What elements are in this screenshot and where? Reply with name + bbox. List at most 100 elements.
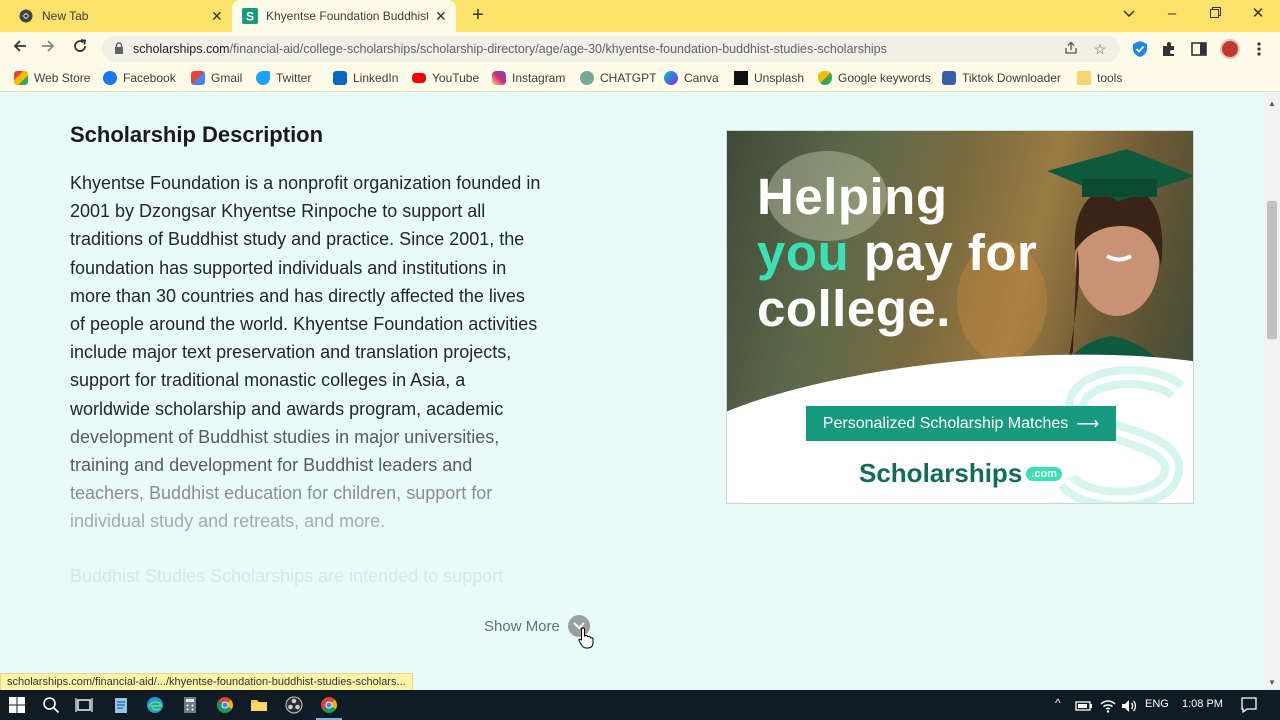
close-tab-icon[interactable]: ✕ — [211, 8, 223, 25]
ad-headline-line-3: college. — [757, 280, 951, 337]
bookmark-youtube[interactable]: YouTube — [412, 71, 479, 85]
edge-icon[interactable] — [146, 696, 164, 714]
language-indicator[interactable]: ENG — [1145, 698, 1169, 710]
side-panel-icon[interactable] — [1190, 40, 1208, 58]
bookmark-label: CHATGPT — [600, 71, 657, 85]
clock[interactable]: 1:08 PM — [1182, 698, 1223, 710]
bookmark-instagram[interactable]: Instagram — [492, 71, 565, 85]
facebook-icon — [103, 71, 117, 85]
volume-icon[interactable] — [1120, 697, 1138, 715]
linkedin-icon — [333, 71, 347, 85]
close-window-icon[interactable]: ✕ — [1246, 4, 1270, 24]
bookmark-unsplash[interactable]: Unsplash — [734, 71, 804, 85]
calculator-icon[interactable] — [181, 696, 199, 714]
page-title: Scholarship Description — [70, 122, 324, 147]
ad-headline: Helping you pay for college. — [757, 169, 1037, 337]
chrome-icon[interactable] — [216, 696, 234, 714]
bookmarks-bar: Web Store Facebook Gmail Twitter LinkedI… — [0, 66, 1280, 92]
bookmark-tools[interactable]: tools — [1077, 71, 1122, 85]
notepad-icon[interactable] — [112, 696, 130, 714]
browser-toolbar: scholarships.com/financial-aid/college-s… — [0, 32, 1280, 66]
bookmark-gmail[interactable]: Gmail — [191, 71, 242, 85]
avatar[interactable] — [1220, 39, 1240, 59]
url-text: scholarships.com/financial-aid/college-s… — [133, 42, 887, 56]
tray-chevron-up-icon[interactable]: ^ — [1055, 696, 1061, 710]
chrome-active-icon[interactable] — [320, 696, 338, 714]
url-domain: scholarships.com — [133, 42, 230, 56]
battery-icon[interactable] — [1075, 697, 1093, 715]
description-line: foundation has supported individuals and… — [70, 257, 507, 278]
scroll-down-icon[interactable]: ▼ — [1268, 678, 1276, 687]
address-bar[interactable]: scholarships.com/financial-aid/college-s… — [102, 36, 1120, 62]
ad-headline-rest: pay for — [849, 224, 1038, 281]
wifi-icon[interactable] — [1099, 697, 1117, 715]
description-line: support for traditional monastic college… — [70, 370, 466, 391]
more-menu-icon[interactable] — [1250, 40, 1268, 58]
close-tab-icon[interactable]: ✕ — [435, 8, 447, 25]
reload-icon[interactable] — [68, 38, 92, 60]
show-more-button[interactable]: Show More — [484, 615, 590, 637]
tab-new-tab[interactable]: New Tab ✕ — [0, 0, 232, 32]
svg-text:S: S — [246, 10, 254, 24]
tab-strip: New Tab ✕ S Khyentse Foundation Buddhist… — [0, 0, 1280, 32]
download-icon — [942, 71, 956, 85]
page-scrollbar[interactable]: ▲ ▼ — [1264, 93, 1280, 690]
description-line: development of Buddhist studies in major… — [70, 426, 500, 447]
extensions-puzzle-icon[interactable] — [1160, 40, 1178, 58]
bookmark-web-store[interactable]: Web Store — [14, 71, 90, 85]
bookmark-facebook[interactable]: Facebook — [103, 71, 176, 85]
page-content: Scholarship Description Khyentse Foundat… — [0, 93, 1264, 670]
obs-icon[interactable] — [285, 696, 303, 714]
scroll-up-icon[interactable]: ▲ — [1268, 99, 1276, 108]
restore-icon[interactable] — [1203, 4, 1227, 24]
chatgpt-icon — [580, 71, 594, 85]
lock-icon[interactable] — [114, 42, 124, 54]
scholarship-ad-banner[interactable]: Helping you pay for college. Personalize… — [726, 130, 1194, 504]
description-line: training and development for Buddhist le… — [70, 455, 473, 476]
chrome-icon — [18, 8, 34, 24]
description-line: 2001 by Dzongsar Khyentse Rinpoche to su… — [70, 201, 486, 222]
scholarships-favicon-icon: S — [242, 8, 258, 24]
bookmark-label: YouTube — [432, 71, 480, 85]
bookmark-twitter[interactable]: Twitter — [256, 71, 311, 85]
description-line: individual study and retreats, and more. — [70, 511, 386, 532]
task-view-icon[interactable] — [75, 696, 93, 714]
bookmark-label: Facebook — [123, 71, 176, 85]
tab-label: Khyentse Foundation Buddhist St — [266, 9, 428, 23]
bookmark-google-keywords[interactable]: Google keywords — [818, 71, 931, 85]
notifications-icon[interactable] — [1240, 696, 1258, 714]
minimize-icon[interactable]: – — [1160, 4, 1184, 24]
bookmark-canva[interactable]: Canva — [664, 71, 719, 85]
unsplash-icon — [734, 71, 748, 85]
folder-icon — [1077, 71, 1091, 85]
bookmark-star-icon[interactable]: ☆ — [1091, 41, 1109, 58]
ad-cta-button[interactable]: Personalized Scholarship Matches ⟶ — [806, 406, 1116, 441]
faded-description-tail: Buddhist Studies Scholarships are intend… — [70, 566, 504, 586]
description-line: teachers, Buddhist education for childre… — [70, 483, 493, 504]
forward-icon[interactable] — [36, 38, 60, 60]
windows-start-icon[interactable] — [8, 696, 26, 714]
bookmark-tiktok-downloader[interactable]: Tiktok Downloader — [942, 71, 1061, 85]
bookmark-linkedin[interactable]: LinkedIn — [333, 71, 398, 85]
instagram-icon — [492, 71, 506, 85]
scroll-thumb[interactable] — [1267, 201, 1277, 339]
bookmark-label: Tiktok Downloader — [962, 71, 1061, 85]
search-icon[interactable] — [42, 696, 60, 714]
bookmark-chatgpt[interactable]: CHATGPT — [580, 71, 656, 85]
shield-extension-icon[interactable] — [1131, 40, 1149, 58]
back-icon[interactable] — [8, 38, 32, 60]
bookmark-label: Instagram — [512, 71, 566, 85]
file-explorer-icon[interactable] — [250, 696, 268, 714]
tab-scholarship[interactable]: S Khyentse Foundation Buddhist St ✕ — [232, 0, 456, 32]
arrow-right-icon: ⟶ — [1076, 415, 1100, 433]
description-line: more than 30 countries and has directly … — [70, 285, 525, 306]
share-icon[interactable] — [1062, 41, 1080, 58]
new-tab-button[interactable]: + — [468, 5, 488, 25]
tab-search-icon[interactable] — [1117, 4, 1141, 24]
show-more-label: Show More — [484, 617, 560, 635]
bookmark-label: Google keywords — [838, 71, 931, 85]
google-ads-icon — [818, 71, 832, 85]
youtube-icon — [412, 73, 426, 83]
windows-taskbar: ^ ENG 1:08 PM — [0, 690, 1280, 720]
bookmark-label: Gmail — [211, 71, 243, 85]
